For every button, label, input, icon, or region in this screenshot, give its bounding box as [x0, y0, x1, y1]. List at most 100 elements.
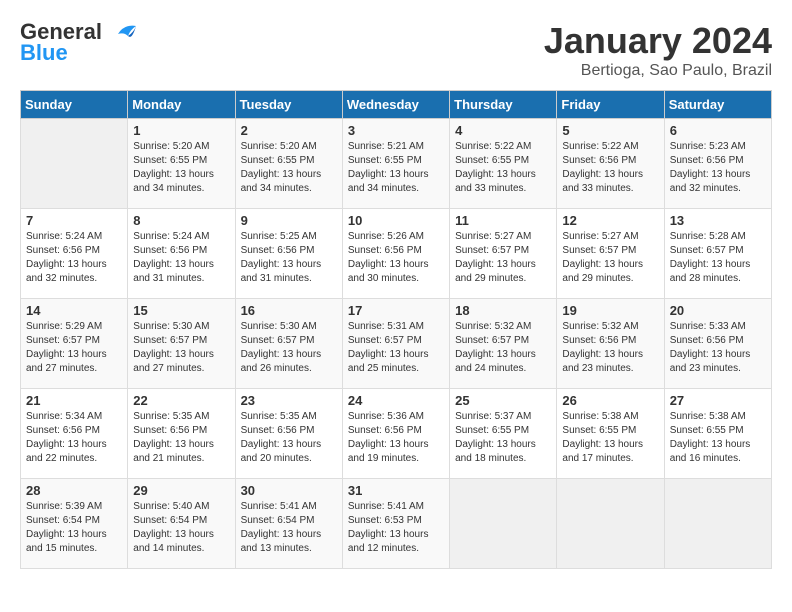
calendar-cell: 21 Sunrise: 5:34 AM Sunset: 6:56 PM Dayli… [21, 389, 128, 479]
day-info: Sunrise: 5:31 AM Sunset: 6:57 PM Dayligh… [348, 320, 444, 376]
logo-bird-icon [110, 22, 138, 44]
calendar-cell: 10 Sunrise: 5:26 AM Sunset: 6:56 PM Dayli… [342, 209, 449, 299]
day-info: Sunrise: 5:33 AM Sunset: 6:56 PM Dayligh… [670, 320, 766, 376]
day-number: 4 [455, 123, 551, 138]
day-number: 2 [241, 123, 337, 138]
calendar-cell: 15 Sunrise: 5:30 AM Sunset: 6:57 PM Dayli… [128, 299, 235, 389]
day-info: Sunrise: 5:30 AM Sunset: 6:57 PM Dayligh… [241, 320, 337, 376]
calendar-cell: 19Sunrise: 5:32 AM Sunset: 6:56 PM Dayli… [557, 299, 664, 389]
day-number: 27 [670, 393, 766, 408]
calendar-cell: 25 Sunrise: 5:37 AM Sunset: 6:55 PM Dayli… [450, 389, 557, 479]
calendar-cell: 22Sunrise: 5:35 AM Sunset: 6:56 PM Dayli… [128, 389, 235, 479]
day-info: Sunrise: 5:32 AM Sunset: 6:57 PM Dayligh… [455, 320, 551, 376]
day-info: Sunrise: 5:22 AM Sunset: 6:56 PM Dayligh… [562, 140, 658, 196]
day-number: 3 [348, 123, 444, 138]
day-number: 30 [241, 483, 337, 498]
calendar-cell: 2 Sunrise: 5:20 AM Sunset: 6:55 PM Daylig… [235, 119, 342, 209]
day-number: 24 [348, 393, 444, 408]
calendar-cell: 11 Sunrise: 5:27 AM Sunset: 6:57 PM Dayli… [450, 209, 557, 299]
day-info: Sunrise: 5:23 AM Sunset: 6:56 PM Dayligh… [670, 140, 766, 196]
calendar-cell: 6 Sunrise: 5:23 AM Sunset: 6:56 PM Daylig… [664, 119, 771, 209]
day-number: 15 [133, 303, 229, 318]
weekday-header-friday: Friday [557, 91, 664, 119]
day-number: 21 [26, 393, 122, 408]
day-info: Sunrise: 5:20 AM Sunset: 6:55 PM Dayligh… [241, 140, 337, 196]
calendar-cell: 1 Sunrise: 5:20 AM Sunset: 6:55 PM Daylig… [128, 119, 235, 209]
week-row-1: 1 Sunrise: 5:20 AM Sunset: 6:55 PM Daylig… [21, 119, 772, 209]
calendar-cell [557, 479, 664, 569]
weekday-header-sunday: Sunday [21, 91, 128, 119]
day-info: Sunrise: 5:20 AM Sunset: 6:55 PM Dayligh… [133, 140, 229, 196]
day-info: Sunrise: 5:32 AM Sunset: 6:56 PM Dayligh… [562, 320, 658, 376]
location: Bertioga, Sao Paulo, Brazil [544, 62, 772, 80]
logo: General Blue [20, 20, 138, 66]
weekday-header-row: SundayMondayTuesdayWednesdayThursdayFrid… [21, 91, 772, 119]
week-row-3: 14Sunrise: 5:29 AM Sunset: 6:57 PM Dayli… [21, 299, 772, 389]
week-row-2: 7Sunrise: 5:24 AM Sunset: 6:56 PM Daylig… [21, 209, 772, 299]
calendar-cell: 14Sunrise: 5:29 AM Sunset: 6:57 PM Dayli… [21, 299, 128, 389]
day-info: Sunrise: 5:24 AM Sunset: 6:56 PM Dayligh… [26, 230, 122, 286]
weekday-header-monday: Monday [128, 91, 235, 119]
day-number: 8 [133, 213, 229, 228]
calendar-cell: 29 Sunrise: 5:40 AM Sunset: 6:54 PM Dayli… [128, 479, 235, 569]
calendar-cell: 27Sunrise: 5:38 AM Sunset: 6:55 PM Dayli… [664, 389, 771, 479]
day-number: 10 [348, 213, 444, 228]
calendar-cell: 28Sunrise: 5:39 AM Sunset: 6:54 PM Dayli… [21, 479, 128, 569]
calendar-cell: 9 Sunrise: 5:25 AM Sunset: 6:56 PM Daylig… [235, 209, 342, 299]
day-number: 12 [562, 213, 658, 228]
day-number: 22 [133, 393, 229, 408]
day-info: Sunrise: 5:41 AM Sunset: 6:54 PM Dayligh… [241, 500, 337, 556]
title-block: January 2024 Bertioga, Sao Paulo, Brazil [544, 20, 772, 80]
day-number: 29 [133, 483, 229, 498]
weekday-header-tuesday: Tuesday [235, 91, 342, 119]
week-row-4: 21 Sunrise: 5:34 AM Sunset: 6:56 PM Dayli… [21, 389, 772, 479]
day-info: Sunrise: 5:34 AM Sunset: 6:56 PM Dayligh… [26, 410, 122, 466]
day-info: Sunrise: 5:38 AM Sunset: 6:55 PM Dayligh… [562, 410, 658, 466]
weekday-header-thursday: Thursday [450, 91, 557, 119]
day-number: 13 [670, 213, 766, 228]
day-info: Sunrise: 5:27 AM Sunset: 6:57 PM Dayligh… [562, 230, 658, 286]
day-info: Sunrise: 5:29 AM Sunset: 6:57 PM Dayligh… [26, 320, 122, 376]
day-number: 5 [562, 123, 658, 138]
day-number: 1 [133, 123, 229, 138]
month-title: January 2024 [544, 20, 772, 62]
day-info: Sunrise: 5:37 AM Sunset: 6:55 PM Dayligh… [455, 410, 551, 466]
weekday-header-saturday: Saturday [664, 91, 771, 119]
day-number: 9 [241, 213, 337, 228]
day-number: 18 [455, 303, 551, 318]
calendar-cell: 16 Sunrise: 5:30 AM Sunset: 6:57 PM Dayli… [235, 299, 342, 389]
calendar-cell: 13 Sunrise: 5:28 AM Sunset: 6:57 PM Dayli… [664, 209, 771, 299]
calendar-cell: 4Sunrise: 5:22 AM Sunset: 6:55 PM Daylig… [450, 119, 557, 209]
day-info: Sunrise: 5:40 AM Sunset: 6:54 PM Dayligh… [133, 500, 229, 556]
week-row-5: 28Sunrise: 5:39 AM Sunset: 6:54 PM Dayli… [21, 479, 772, 569]
calendar-cell: 18 Sunrise: 5:32 AM Sunset: 6:57 PM Dayli… [450, 299, 557, 389]
day-number: 31 [348, 483, 444, 498]
calendar-cell: 8 Sunrise: 5:24 AM Sunset: 6:56 PM Daylig… [128, 209, 235, 299]
calendar-table: SundayMondayTuesdayWednesdayThursdayFrid… [20, 90, 772, 569]
day-info: Sunrise: 5:21 AM Sunset: 6:55 PM Dayligh… [348, 140, 444, 196]
day-info: Sunrise: 5:35 AM Sunset: 6:56 PM Dayligh… [241, 410, 337, 466]
calendar-cell: 7Sunrise: 5:24 AM Sunset: 6:56 PM Daylig… [21, 209, 128, 299]
day-info: Sunrise: 5:41 AM Sunset: 6:53 PM Dayligh… [348, 500, 444, 556]
calendar-cell: 24Sunrise: 5:36 AM Sunset: 6:56 PM Dayli… [342, 389, 449, 479]
day-number: 6 [670, 123, 766, 138]
calendar-cell: 3 Sunrise: 5:21 AM Sunset: 6:55 PM Daylig… [342, 119, 449, 209]
day-number: 11 [455, 213, 551, 228]
calendar-cell: 12 Sunrise: 5:27 AM Sunset: 6:57 PM Dayli… [557, 209, 664, 299]
day-info: Sunrise: 5:24 AM Sunset: 6:56 PM Dayligh… [133, 230, 229, 286]
day-info: Sunrise: 5:26 AM Sunset: 6:56 PM Dayligh… [348, 230, 444, 286]
calendar-cell [21, 119, 128, 209]
calendar-cell: 20Sunrise: 5:33 AM Sunset: 6:56 PM Dayli… [664, 299, 771, 389]
day-number: 17 [348, 303, 444, 318]
day-number: 16 [241, 303, 337, 318]
day-info: Sunrise: 5:25 AM Sunset: 6:56 PM Dayligh… [241, 230, 337, 286]
day-info: Sunrise: 5:28 AM Sunset: 6:57 PM Dayligh… [670, 230, 766, 286]
calendar-cell: 5 Sunrise: 5:22 AM Sunset: 6:56 PM Daylig… [557, 119, 664, 209]
day-number: 25 [455, 393, 551, 408]
day-info: Sunrise: 5:30 AM Sunset: 6:57 PM Dayligh… [133, 320, 229, 376]
day-info: Sunrise: 5:27 AM Sunset: 6:57 PM Dayligh… [455, 230, 551, 286]
day-number: 23 [241, 393, 337, 408]
day-number: 26 [562, 393, 658, 408]
weekday-header-wednesday: Wednesday [342, 91, 449, 119]
calendar-cell: 30 Sunrise: 5:41 AM Sunset: 6:54 PM Dayli… [235, 479, 342, 569]
